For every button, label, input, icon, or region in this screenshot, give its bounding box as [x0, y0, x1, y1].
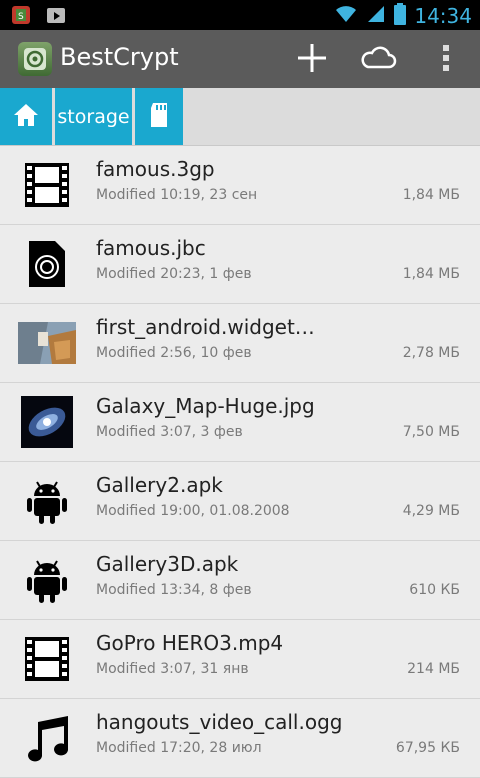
file-name: Galaxy_Map-Huge.jpg [96, 394, 315, 418]
film-icon [18, 158, 76, 212]
file-modified: Modified 3:07, 31 янв [96, 661, 249, 677]
galaxy-thumbnail [18, 395, 76, 449]
file-modified: Modified 10:19, 23 сен [96, 187, 258, 203]
file-row[interactable]: famous.3gp Modified 10:19, 23 сен 1,84 М… [0, 146, 480, 225]
action-bar: BestCrypt [0, 30, 480, 88]
file-size: 610 КБ [409, 582, 460, 598]
music-note-icon [18, 711, 76, 765]
play-store-icon [46, 5, 66, 29]
breadcrumb-sdcard[interactable] [135, 88, 183, 145]
file-name: first_android.widget… [96, 315, 315, 339]
plus-icon [296, 42, 328, 78]
encrypted-file-icon [18, 237, 76, 291]
app-logo-icon[interactable] [18, 42, 52, 76]
file-size: 1,84 МБ [402, 187, 460, 203]
file-row[interactable]: Gallery2.apk Modified 19:00, 01.08.2008 … [0, 462, 480, 541]
cloud-icon [359, 45, 397, 75]
file-modified: Modified 13:34, 8 фев [96, 582, 252, 598]
file-modified: Modified 19:00, 01.08.2008 [96, 503, 290, 519]
file-row[interactable]: Gallery3D.apk Modified 13:34, 8 фев 610 … [0, 541, 480, 620]
app-title: BestCrypt [60, 43, 179, 71]
wifi-icon [334, 4, 358, 28]
clock: 14:34 [414, 4, 472, 28]
file-row[interactable]: famous.jbc Modified 20:23, 1 фев 1,84 МБ [0, 225, 480, 304]
cloud-button[interactable] [358, 40, 398, 80]
sd-card-icon [149, 102, 169, 132]
file-size: 67,95 КБ [395, 740, 460, 756]
breadcrumb-home[interactable] [0, 88, 52, 145]
android-icon [18, 553, 76, 607]
file-name: famous.jbc [96, 236, 206, 260]
file-name: Gallery2.apk [96, 473, 223, 497]
file-modified: Modified 20:23, 1 фев [96, 266, 252, 282]
file-size: 1,84 МБ [402, 266, 460, 282]
notification-app-icon: S [10, 4, 32, 30]
file-name: hangouts_video_call.ogg [96, 710, 343, 734]
battery-icon [394, 3, 407, 29]
file-modified: Modified 2:56, 10 фев [96, 345, 252, 361]
overflow-menu-button[interactable] [426, 40, 466, 80]
file-name: famous.3gp [96, 157, 215, 181]
file-size: 7,50 МБ [402, 424, 460, 440]
android-icon [18, 474, 76, 528]
svg-text:S: S [18, 12, 24, 22]
status-bar: S 14:34 [0, 0, 480, 30]
film-icon [18, 632, 76, 686]
file-modified: Modified 3:07, 3 фев [96, 424, 243, 440]
file-row[interactable]: GoPro HERO3.mp4 Modified 3:07, 31 янв 21… [0, 620, 480, 699]
file-name: Gallery3D.apk [96, 552, 239, 576]
file-row[interactable]: hangouts_video_call.ogg Modified 17:20, … [0, 699, 480, 778]
file-name: GoPro HERO3.mp4 [96, 631, 284, 655]
file-row[interactable]: Galaxy_Map-Huge.jpg Modified 3:07, 3 фев… [0, 383, 480, 462]
home-icon [12, 102, 40, 132]
file-list: famous.3gp Modified 10:19, 23 сен 1,84 М… [0, 146, 480, 778]
file-row[interactable]: first_android.widget… Modified 2:56, 10 … [0, 304, 480, 383]
file-size: 214 МБ [407, 661, 460, 677]
file-size: 4,29 МБ [402, 503, 460, 519]
file-size: 2,78 МБ [402, 345, 460, 361]
breadcrumb-storage[interactable]: storage [55, 88, 132, 145]
breadcrumb: storage [0, 88, 480, 146]
signal-icon [366, 4, 386, 28]
more-vertical-icon [441, 43, 451, 77]
file-modified: Modified 17:20, 28 июл [96, 740, 262, 756]
add-button[interactable] [292, 40, 332, 80]
image-thumbnail [18, 316, 76, 370]
